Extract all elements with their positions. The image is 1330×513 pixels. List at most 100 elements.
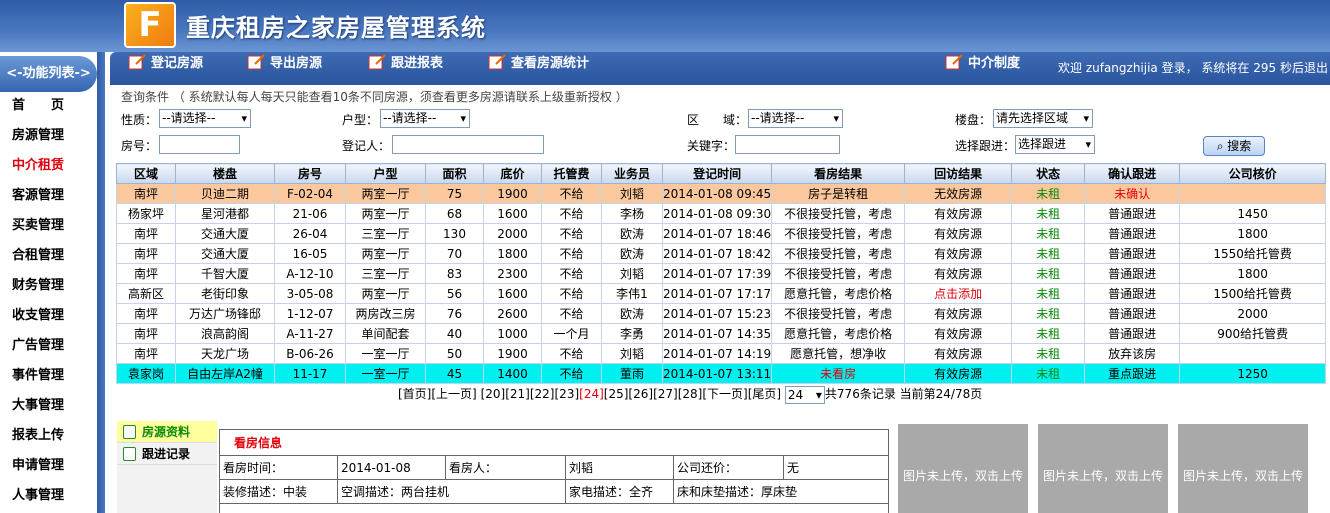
pager-page[interactable]: [28] — [678, 387, 703, 401]
cell-base-price: 2600 — [483, 303, 542, 324]
photo-placeholder[interactable]: 图片未上传，双击上传图片 — [1178, 424, 1308, 513]
followup-report-button[interactable]: 跟进报表 — [368, 52, 443, 85]
followup-report-label: 跟进报表 — [391, 56, 444, 71]
pager-page[interactable]: [22] — [530, 387, 555, 401]
pager-page[interactable]: [23] — [555, 387, 580, 401]
query-panel: 查询条件 （ 系统默认每人每天只能查看10条不同房源，须查看更多房源请联系上级重… — [115, 88, 1320, 160]
detail-tabs: 房源资料 跟进记录 — [117, 421, 217, 513]
table-row[interactable]: 南坪 交通大厦 26-04 三室一厅 130 2000 不给 欧涛 2014-01-07 18:… — [116, 223, 1327, 244]
sidebar-divider — [97, 52, 105, 513]
table-row[interactable]: 南坪 千智大厦 A-12-10 三室一厅 83 2300 不给 刘韬 2014-01-07 17… — [116, 263, 1327, 284]
district-select[interactable]: --请选择-- — [748, 109, 843, 128]
sidebar-item-shared-rental[interactable]: 合租管理 — [0, 244, 97, 274]
pager-page[interactable]: [27] — [653, 387, 678, 401]
table-row[interactable]: 南坪 交通大厦 16-05 两室一厅 70 1800 不给 欧涛 2014-01-07 18:4… — [116, 243, 1327, 264]
table-row[interactable]: 南坪 万达广场锋邸 1-12-07 两房改三房 76 2600 不给 欧涛 2014-01-07… — [116, 303, 1327, 324]
table-row[interactable]: 南坪 贝迪二期 F-02-04 两室一厅 75 1900 不给 刘韬 2014-01-08 09… — [116, 183, 1327, 204]
col-header-room[interactable]: 房号 — [274, 163, 346, 184]
sidebar-item-events[interactable]: 事件管理 — [0, 364, 97, 394]
col-header-company-price[interactable]: 公司核价 — [1179, 163, 1327, 184]
cell-confirm-followup: 未确认 — [1084, 183, 1181, 204]
register-listing-button[interactable]: 登记房源 — [128, 52, 203, 85]
sidebar-item-listings[interactable]: 房源管理 — [0, 124, 97, 154]
photo-placeholder[interactable]: 图片未上传，双击上传图片 — [898, 424, 1028, 513]
col-header-confirm-followup[interactable]: 确认跟进 — [1084, 163, 1181, 184]
pager-first[interactable]: [首页] — [398, 387, 431, 401]
sidebar-item-major-events[interactable]: 大事管理 — [0, 394, 97, 424]
nature-select[interactable]: --请选择-- — [159, 109, 251, 128]
sidebar-item-report-upload[interactable]: 报表上传 — [0, 424, 97, 454]
cell-layout: 一室一厅 — [345, 343, 426, 364]
cell-register-time: 2014-01-07 18:46 — [661, 223, 773, 244]
sidebar-item-agency-rental[interactable]: 中介租赁 — [0, 154, 97, 184]
document-icon — [123, 447, 136, 461]
pager-page[interactable]: [26] — [628, 387, 653, 401]
col-header-register-time[interactable]: 登记时间 — [661, 163, 773, 184]
col-header-base-price[interactable]: 底价 — [483, 163, 542, 184]
col-header-custody-fee[interactable]: 托管费 — [541, 163, 602, 184]
cell-status: 未租 — [1011, 243, 1086, 264]
sidebar-item-ads[interactable]: 广告管理 — [0, 334, 97, 364]
col-header-layout[interactable]: 户型 — [345, 163, 426, 184]
col-header-district[interactable]: 区域 — [116, 163, 176, 184]
table-row[interactable]: 高新区 老街印象 3-05-08 两室一厅 56 1600 不给 李伟1 2014-01-07 … — [116, 283, 1327, 304]
agency-rules-label: 中介制度 — [968, 56, 1021, 71]
listing-table: 区域 楼盘 房号 户型 面积 底价 托管费 业务员 登记时间 看房结果 回访结果… — [116, 163, 1327, 384]
col-header-salesperson[interactable]: 业务员 — [601, 163, 663, 184]
sidebar-item-income-expense[interactable]: 收支管理 — [0, 304, 97, 334]
tab-listing-info[interactable]: 房源资料 — [117, 421, 217, 443]
tab-followup-records[interactable]: 跟进记录 — [117, 443, 217, 465]
viewer-label: 看房人： — [445, 455, 566, 480]
col-header-callback-result[interactable]: 回访结果 — [904, 163, 1013, 184]
cell-room: 1-12-07 — [274, 303, 346, 324]
col-header-status[interactable]: 状态 — [1011, 163, 1086, 184]
keyword-input[interactable] — [735, 135, 840, 154]
cell-callback-result[interactable]: 点击添加 — [904, 283, 1013, 304]
building-select[interactable]: 请先选择区域 — [993, 109, 1093, 128]
pager-page-select[interactable]: 24 — [784, 385, 825, 404]
sidebar-item-clients[interactable]: 客源管理 — [0, 184, 97, 214]
pager-page[interactable]: [21] — [505, 387, 530, 401]
view-stats-button[interactable]: 查看房源统计 — [488, 52, 589, 85]
pager-prev[interactable]: [上一页] — [431, 387, 476, 401]
cell-layout: 一室一厅 — [345, 363, 426, 384]
export-listing-button[interactable]: 导出房源 — [247, 52, 322, 85]
sidebar-item-sales[interactable]: 买卖管理 — [0, 214, 97, 244]
sidebar-item-finance[interactable]: 财务管理 — [0, 274, 97, 304]
pager-last[interactable]: [尾页] — [748, 387, 781, 401]
cell-layout: 单间配套 — [345, 323, 426, 344]
agency-rules-button[interactable]: 中介制度 — [945, 52, 1020, 85]
registrant-label: 登记人： — [342, 139, 391, 153]
cell-building: 老街印象 — [175, 283, 275, 304]
layout-select[interactable]: --请选择-- — [380, 109, 470, 128]
pager-page[interactable]: [25] — [604, 387, 629, 401]
sidebar-item-hr[interactable]: 人事管理 — [0, 484, 97, 513]
col-header-building[interactable]: 楼盘 — [175, 163, 275, 184]
tab-listing-info-label: 房源资料 — [142, 425, 191, 439]
cell-room: 16-05 — [274, 243, 346, 264]
cell-register-time: 2014-01-07 18:42 — [661, 243, 773, 264]
table-row[interactable]: 袁家岗 自由左岸A2幢 11-17 一室一厅 45 1400 不给 董雨 2014-01-07 … — [116, 363, 1327, 384]
registrant-input[interactable] — [392, 135, 544, 154]
table-row[interactable]: 南坪 浪高韵阁 A-11-27 单间配套 40 1000 一个月 李勇 2014-01-07 1… — [116, 323, 1327, 344]
sidebar-item-applications[interactable]: 申请管理 — [0, 454, 97, 484]
search-button[interactable]: ⌕ 搜索 — [1203, 136, 1265, 156]
cell-viewing-result: 不很接受托管，考虑 — [771, 263, 906, 284]
sidebar-item-home[interactable]: 首 页 — [0, 94, 97, 124]
pager-page[interactable]: [20] — [481, 387, 506, 401]
layout-label: 户型： — [342, 113, 379, 127]
cell-building: 交通大厦 — [175, 223, 275, 244]
rules-icon — [945, 54, 963, 70]
col-header-area[interactable]: 面积 — [425, 163, 484, 184]
appliance-desc: 家电描述：全齐 — [565, 479, 674, 504]
photo-placeholder[interactable]: 图片未上传，双击上传图片 — [1038, 424, 1168, 513]
cell-company-price: 1800 — [1179, 223, 1327, 244]
table-row[interactable]: 南坪 天龙广场 B-06-26 一室一厅 50 1900 不给 刘韬 2014-01-07 14… — [116, 343, 1327, 364]
table-row[interactable]: 杨家坪 星河港都 21-06 两室一厅 68 1600 不给 李杨 2014-01-08 09:… — [116, 203, 1327, 224]
follow-select[interactable]: 选择跟进 — [1015, 135, 1095, 154]
col-header-viewing-result[interactable]: 看房结果 — [771, 163, 906, 184]
cell-base-price: 2300 — [483, 263, 542, 284]
cell-area: 70 — [425, 243, 484, 264]
pager-next[interactable]: [下一页] — [702, 387, 747, 401]
room-input[interactable] — [159, 135, 240, 154]
